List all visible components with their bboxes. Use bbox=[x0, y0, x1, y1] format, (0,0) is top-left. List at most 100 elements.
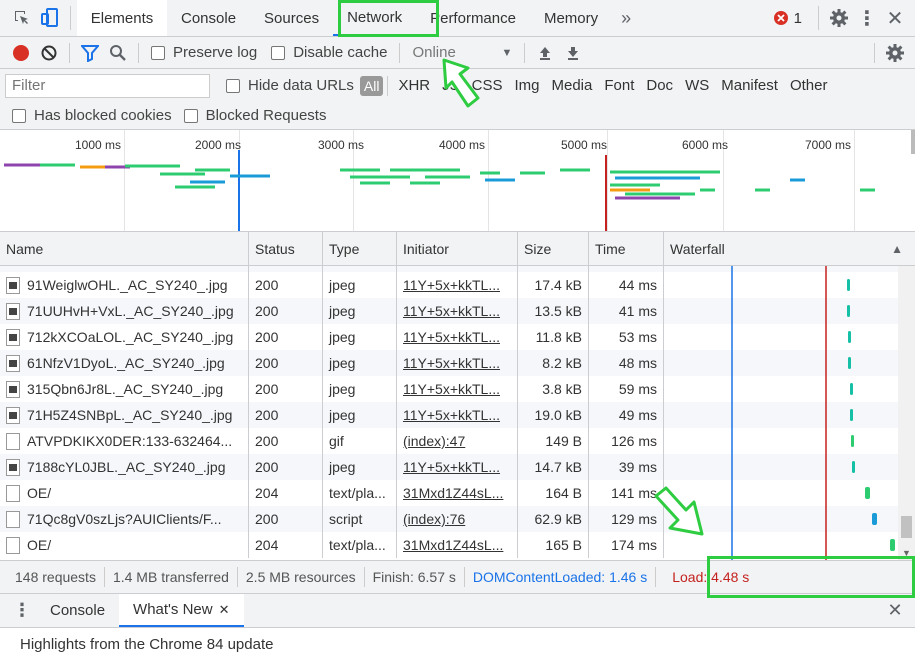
type-filter-doc[interactable]: Doc bbox=[640, 77, 679, 94]
more-tabs-icon[interactable]: » bbox=[612, 4, 640, 32]
cell-initiator[interactable]: (index):76 bbox=[397, 506, 518, 532]
drawer-tab-whats-new[interactable]: What's New ✕ bbox=[119, 594, 244, 627]
initiator-link[interactable]: 11Y+5x+kkTL... bbox=[403, 277, 500, 293]
col-initiator[interactable]: Initiator bbox=[397, 232, 518, 266]
cell-initiator[interactable]: 11Y+5x+kkTL... bbox=[397, 272, 518, 298]
device-toolbar-icon[interactable] bbox=[36, 4, 64, 32]
close-tab-icon[interactable]: ✕ bbox=[219, 602, 230, 618]
col-time[interactable]: Time bbox=[589, 232, 664, 266]
cell-initiator[interactable]: 11Y+5x+kkTL... bbox=[397, 454, 518, 480]
type-filter-ws[interactable]: WS bbox=[679, 77, 715, 94]
cell-type: script bbox=[323, 506, 397, 532]
request-name: 71Qc8gV0szLjs?AUIClients/F... bbox=[27, 511, 222, 527]
request-name: 315Qbn6Jr8L._AC_SY240_.jpg bbox=[27, 381, 224, 397]
initiator-link[interactable]: 11Y+5x+kkTL... bbox=[403, 407, 500, 423]
tab-sources[interactable]: Sources bbox=[250, 0, 333, 36]
table-row[interactable]: OE/204 text/pla... 31Mxd1Z44sL... 165 B 174 … bbox=[0, 532, 915, 558]
filter-funnel-icon[interactable] bbox=[76, 39, 104, 67]
cell-initiator[interactable]: 31Mxd1Z44sL... bbox=[397, 532, 518, 558]
initiator-link[interactable]: (index):47 bbox=[403, 433, 465, 449]
drawer-menu-icon[interactable]: ⋮ bbox=[8, 597, 36, 625]
initiator-link[interactable]: (index):76 bbox=[403, 511, 465, 527]
document-file-icon bbox=[6, 432, 20, 450]
cell-initiator[interactable]: 11Y+5x+kkTL... bbox=[397, 298, 518, 324]
close-devtools-icon[interactable]: ✕ bbox=[881, 4, 909, 32]
initiator-link[interactable]: 11Y+5x+kkTL... bbox=[403, 329, 500, 345]
cell-initiator[interactable]: 31Mxd1Z44sL... bbox=[397, 480, 518, 506]
table-row[interactable]: 7188cYL0JBL._AC_SY240_.jpg 200 jpeg 11Y+5x+… bbox=[0, 454, 915, 480]
type-filter-font[interactable]: Font bbox=[598, 77, 640, 94]
type-filter-media[interactable]: Media bbox=[546, 77, 599, 94]
table-row[interactable]: ATVPDKIKX0DER:133-632464... 200 gif (index)… bbox=[0, 428, 915, 454]
disable-cache-checkbox[interactable] bbox=[271, 45, 286, 60]
table-scrollbar-track[interactable]: ▼ bbox=[898, 266, 915, 560]
initiator-link[interactable]: 31Mxd1Z44sL... bbox=[403, 485, 503, 501]
kebab-menu-icon[interactable]: ⋮ bbox=[853, 4, 881, 32]
table-row[interactable]: 712kXCOaLOL._AC_SY240_.jpg 200 jpeg 11Y+5x+… bbox=[0, 324, 915, 350]
clear-icon[interactable] bbox=[35, 39, 63, 67]
cell-initiator[interactable]: (index):47 bbox=[397, 428, 518, 454]
blocked-requests-checkbox[interactable] bbox=[183, 108, 198, 123]
overview-scrollbar[interactable] bbox=[911, 130, 915, 154]
cell-size: 8.2 kB bbox=[518, 350, 589, 376]
cell-name: OE/ bbox=[0, 532, 249, 558]
image-file-icon bbox=[6, 354, 20, 372]
import-har-icon[interactable] bbox=[531, 39, 559, 67]
table-row[interactable]: 71UUHvH+VxL._AC_SY240_.jpg 200 jpeg 11Y+5x+… bbox=[0, 298, 915, 324]
cell-size: 149 B bbox=[518, 428, 589, 454]
cell-type: jpeg bbox=[323, 298, 397, 324]
initiator-link[interactable]: 11Y+5x+kkTL... bbox=[403, 303, 500, 319]
search-icon[interactable] bbox=[104, 39, 132, 67]
cell-time: 59 ms bbox=[589, 376, 664, 402]
cell-status: 200 bbox=[249, 350, 323, 376]
cell-initiator[interactable]: 11Y+5x+kkTL... bbox=[397, 324, 518, 350]
initiator-link[interactable]: 11Y+5x+kkTL... bbox=[403, 355, 500, 371]
table-row[interactable]: 315Qbn6Jr8L._AC_SY240_.jpg 200 jpeg 11Y+5x+… bbox=[0, 376, 915, 402]
network-overview-timeline[interactable]: 1000 ms 2000 ms 3000 ms 4000 ms 5000 ms … bbox=[0, 130, 915, 232]
network-settings-gear-icon[interactable] bbox=[881, 39, 909, 67]
type-filter-other[interactable]: Other bbox=[784, 77, 834, 94]
cell-initiator[interactable]: 11Y+5x+kkTL... bbox=[397, 376, 518, 402]
col-waterfall[interactable]: Waterfall ▲ bbox=[664, 232, 915, 266]
overview-bars bbox=[4, 150, 875, 231]
cell-initiator[interactable]: 11Y+5x+kkTL... bbox=[397, 350, 518, 376]
drawer-tab-whats-new-label: What's New bbox=[133, 601, 213, 618]
cell-name: ATVPDKIKX0DER:133-632464... bbox=[0, 428, 249, 454]
inspect-element-icon[interactable] bbox=[8, 4, 36, 32]
image-file-icon bbox=[6, 458, 20, 476]
cell-time: 39 ms bbox=[589, 454, 664, 480]
type-filter-xhr[interactable]: XHR bbox=[392, 77, 436, 94]
filter-input[interactable] bbox=[5, 73, 210, 98]
table-row[interactable]: OE/204 text/pla... 31Mxd1Z44sL... 164 B 141 … bbox=[0, 480, 915, 506]
col-name[interactable]: Name bbox=[0, 232, 249, 266]
tab-elements[interactable]: Elements bbox=[77, 0, 167, 36]
settings-gear-icon[interactable] bbox=[825, 4, 853, 32]
cell-status: 200 bbox=[249, 506, 323, 532]
initiator-link[interactable]: 31Mxd1Z44sL... bbox=[403, 537, 503, 553]
close-drawer-icon[interactable]: ✕ bbox=[881, 597, 909, 625]
preserve-log-checkbox[interactable] bbox=[151, 45, 165, 60]
col-size[interactable]: Size bbox=[518, 232, 589, 266]
hide-data-urls-checkbox[interactable] bbox=[226, 78, 240, 93]
table-row[interactable]: 61NfzV1DyoL._AC_SY240_.jpg 200 jpeg 11Y+5x+… bbox=[0, 350, 915, 376]
tab-console[interactable]: Console bbox=[167, 0, 250, 36]
export-har-icon[interactable] bbox=[559, 39, 587, 67]
type-filter-all[interactable]: All bbox=[359, 75, 384, 96]
table-row[interactable]: 91WeiglwOHL._AC_SY240_.jpg 200 jpeg 11Y+5x+… bbox=[0, 272, 915, 298]
record-icon[interactable] bbox=[7, 39, 35, 67]
col-type[interactable]: Type bbox=[323, 232, 397, 266]
initiator-link[interactable]: 11Y+5x+kkTL... bbox=[403, 459, 500, 475]
cell-initiator[interactable]: 11Y+5x+kkTL... bbox=[397, 402, 518, 428]
tab-memory[interactable]: Memory bbox=[530, 0, 612, 36]
table-scrollbar-thumb[interactable] bbox=[901, 516, 912, 538]
type-filter-img[interactable]: Img bbox=[508, 77, 545, 94]
table-row[interactable]: 71H5Z4SNBpL._AC_SY240_.jpg 200 jpeg 11Y+5x+… bbox=[0, 402, 915, 428]
initiator-link[interactable]: 11Y+5x+kkTL... bbox=[403, 381, 500, 397]
table-row[interactable]: 71Qc8gV0szLjs?AUIClients/F... 200 script (i… bbox=[0, 506, 915, 532]
error-counter[interactable]: 1 bbox=[773, 10, 802, 27]
col-status[interactable]: Status bbox=[249, 232, 323, 266]
drawer-tab-console[interactable]: Console bbox=[36, 594, 119, 627]
type-filter-manifest[interactable]: Manifest bbox=[715, 77, 784, 94]
has-blocked-cookies-checkbox[interactable] bbox=[12, 108, 26, 123]
cell-waterfall bbox=[664, 454, 915, 480]
